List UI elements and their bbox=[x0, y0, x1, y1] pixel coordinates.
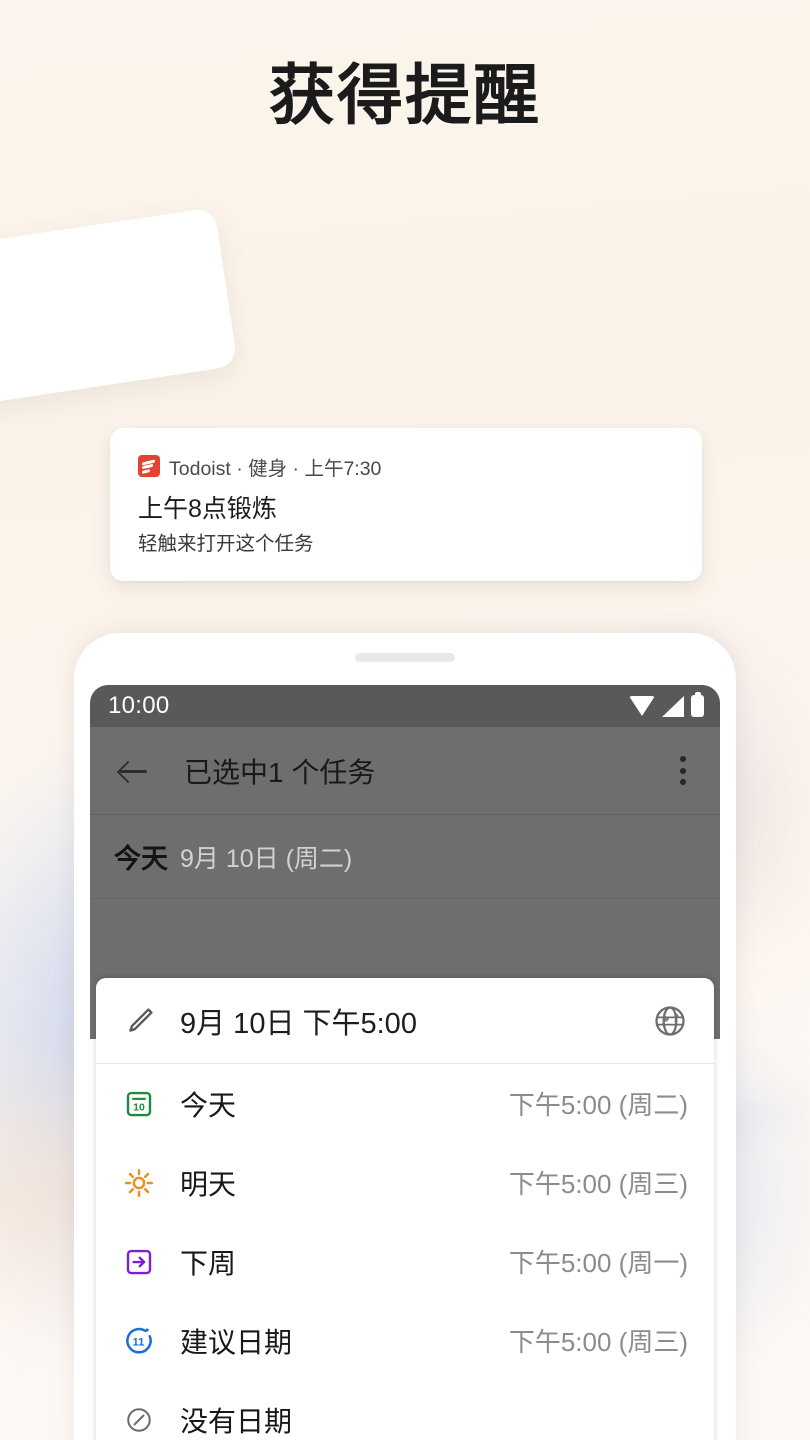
todoist-icon bbox=[138, 455, 160, 477]
option-value: 下午5:00 (周三) bbox=[508, 1169, 688, 1199]
svg-text:10: 10 bbox=[133, 1101, 145, 1113]
option-value: 下午5:00 (周一) bbox=[508, 1248, 688, 1278]
option-row-no-date[interactable]: 没有日期 bbox=[96, 1380, 714, 1440]
pencil-icon[interactable] bbox=[122, 1003, 158, 1039]
notification-card[interactable]: Todoist · 健身 · 上午7:30 上午8点锻炼 轻触来打开这个任务 bbox=[110, 428, 702, 581]
day-section-header: 今天 9月 10日 (周二) bbox=[90, 815, 720, 899]
suggested-date-clock-icon: 11 bbox=[122, 1324, 156, 1358]
status-bar: 10:00 bbox=[90, 685, 720, 727]
notification-header: Todoist · 健身 · 上午7:30 bbox=[138, 454, 674, 480]
date-picker-sheet: 9月 10日 下午5:00 10 今天 下午5:00 (周二) 明天 下午5:0… bbox=[96, 978, 714, 1440]
option-label: 没有日期 bbox=[180, 1405, 293, 1437]
page-title: 获得提醒 bbox=[269, 58, 541, 132]
option-row-today[interactable]: 10 今天 下午5:00 (周二) bbox=[96, 1064, 714, 1143]
wifi-icon bbox=[629, 696, 655, 716]
option-label: 明天 bbox=[180, 1168, 237, 1200]
option-value: 下午5:00 (周二) bbox=[508, 1090, 688, 1120]
option-value: 下午5:00 (周三) bbox=[508, 1327, 688, 1357]
phone-screen: 10:00 已选中1 个任务 今天 9月 10日 (周二) 9月 10日 下午5… bbox=[90, 685, 720, 1440]
phone-speaker bbox=[355, 653, 455, 662]
sun-icon bbox=[122, 1166, 156, 1200]
phone-mockup: 10:00 已选中1 个任务 今天 9月 10日 (周二) 9月 10日 下午5… bbox=[74, 633, 736, 1440]
status-bar-clock: 10:00 bbox=[108, 692, 170, 719]
promo-screenshot: 获得提醒 Todoist · 健身 · 上午7:30 上午8点锻炼 轻触来打开这… bbox=[0, 0, 810, 1440]
notification-meta: Todoist · 健身 · 上午7:30 bbox=[169, 457, 382, 480]
day-header-date-label: 9月 10日 (周二) bbox=[180, 844, 353, 873]
svg-text:11: 11 bbox=[133, 1336, 145, 1348]
notification-body: 轻触来打开这个任务 bbox=[138, 532, 314, 555]
app-bar-title: 已选中1 个任务 bbox=[184, 756, 376, 788]
app-bar: 已选中1 个任务 bbox=[90, 727, 720, 815]
option-row-tomorrow[interactable]: 明天 下午5:00 (周三) bbox=[96, 1143, 714, 1222]
next-week-arrow-icon bbox=[122, 1245, 156, 1279]
option-label: 今天 bbox=[180, 1089, 237, 1121]
notification-title: 上午8点锻炼 bbox=[138, 495, 277, 523]
date-edit-row[interactable]: 9月 10日 下午5:00 bbox=[96, 978, 714, 1064]
status-bar-icons bbox=[629, 692, 704, 717]
calendar-today-icon: 10 bbox=[122, 1087, 156, 1121]
date-edit-value: 9月 10日 下午5:00 bbox=[180, 1007, 417, 1040]
back-arrow-icon[interactable] bbox=[114, 751, 154, 791]
overflow-menu-icon[interactable] bbox=[666, 751, 700, 791]
no-date-icon bbox=[122, 1403, 156, 1437]
battery-icon bbox=[691, 692, 704, 717]
option-row-next-week[interactable]: 下周 下午5:00 (周一) bbox=[96, 1222, 714, 1301]
option-label: 建议日期 bbox=[180, 1326, 293, 1358]
globe-icon[interactable] bbox=[652, 1003, 688, 1039]
option-row-suggested-date[interactable]: 11 建议日期 下午5:00 (周三) bbox=[96, 1301, 714, 1380]
day-header-today-label: 今天 bbox=[114, 844, 168, 874]
option-label: 下周 bbox=[180, 1247, 237, 1279]
cellular-signal-icon bbox=[662, 695, 684, 717]
